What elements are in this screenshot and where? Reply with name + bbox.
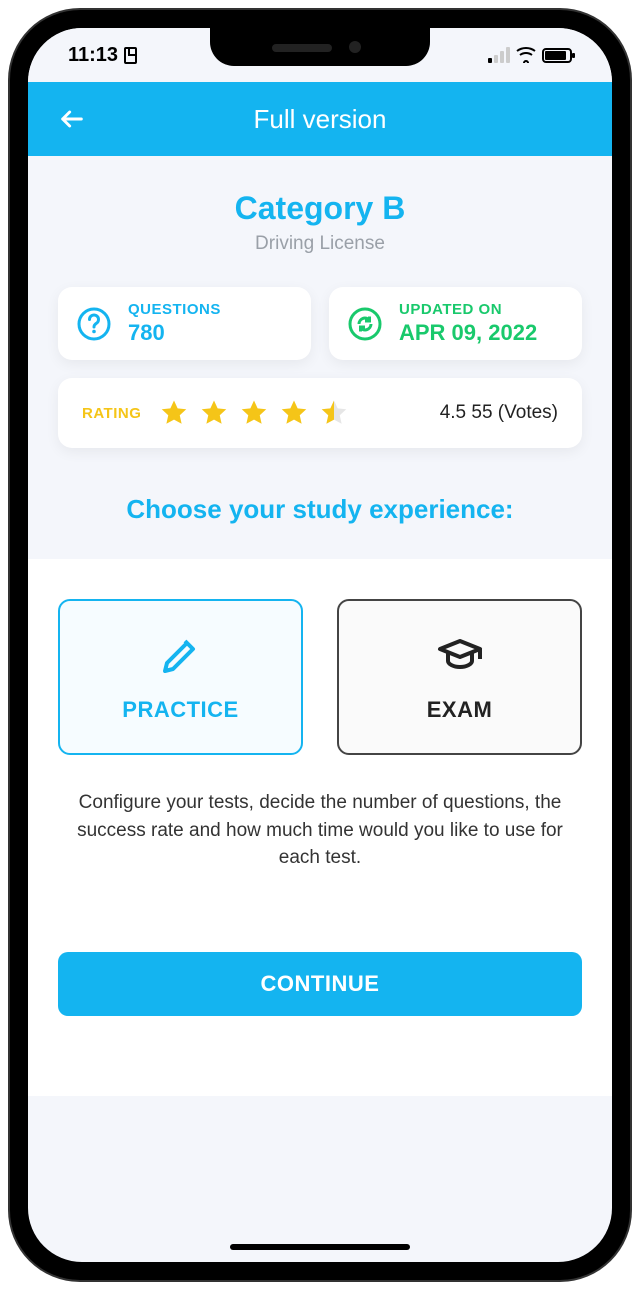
questions-value: 780 [128,320,221,346]
battery-icon [542,48,572,63]
stars [159,398,349,428]
star-icon [279,398,309,428]
info-row: QUESTIONS 780 UPDATED ON APR 09, 2022 [58,287,582,360]
updated-label: UPDATED ON [399,301,537,318]
exam-label: EXAM [427,697,493,723]
wifi-icon [516,47,536,63]
practice-label: PRACTICE [122,697,238,723]
continue-button[interactable]: CONTINUE [58,952,582,1016]
mode-description: Configure your tests, decide the number … [58,789,582,872]
rating-text: 4.5 55 (Votes) [440,402,558,424]
graduation-cap-icon [436,631,484,679]
practice-mode-card[interactable]: PRACTICE [58,599,303,755]
phone-frame: 11:13 Full version Category B Driving Li… [10,10,630,1280]
category-title: Category B [58,190,582,227]
refresh-icon [347,306,383,342]
updated-value: APR 09, 2022 [399,320,537,346]
star-icon [159,398,189,428]
updated-card: UPDATED ON APR 09, 2022 [329,287,582,360]
sim-icon [124,47,137,64]
star-icon [199,398,229,428]
back-button[interactable] [52,99,92,139]
exam-mode-card[interactable]: EXAM [337,599,582,755]
arrow-left-icon [58,105,86,133]
pencil-icon [157,631,205,679]
rating-label: RATING [82,405,141,422]
rating-card: RATING 4.5 55 (Votes) [58,378,582,448]
page-title: Full version [28,104,612,135]
home-indicator[interactable] [230,1244,410,1250]
question-icon [76,306,112,342]
app-bar: Full version [28,82,612,156]
questions-card: QUESTIONS 780 [58,287,311,360]
notch [210,28,430,66]
content: Category B Driving License QUESTIONS 780… [28,156,612,1096]
mode-area: PRACTICE EXAM Configure your tests, deci… [28,559,612,1096]
signal-icon [488,47,510,63]
screen: 11:13 Full version Category B Driving Li… [28,28,612,1262]
questions-label: QUESTIONS [128,301,221,318]
choose-title: Choose your study experience: [58,494,582,525]
star-icon [239,398,269,428]
category-subtitle: Driving License [58,233,582,255]
status-time: 11:13 [68,44,118,67]
star-half-icon [319,398,349,428]
